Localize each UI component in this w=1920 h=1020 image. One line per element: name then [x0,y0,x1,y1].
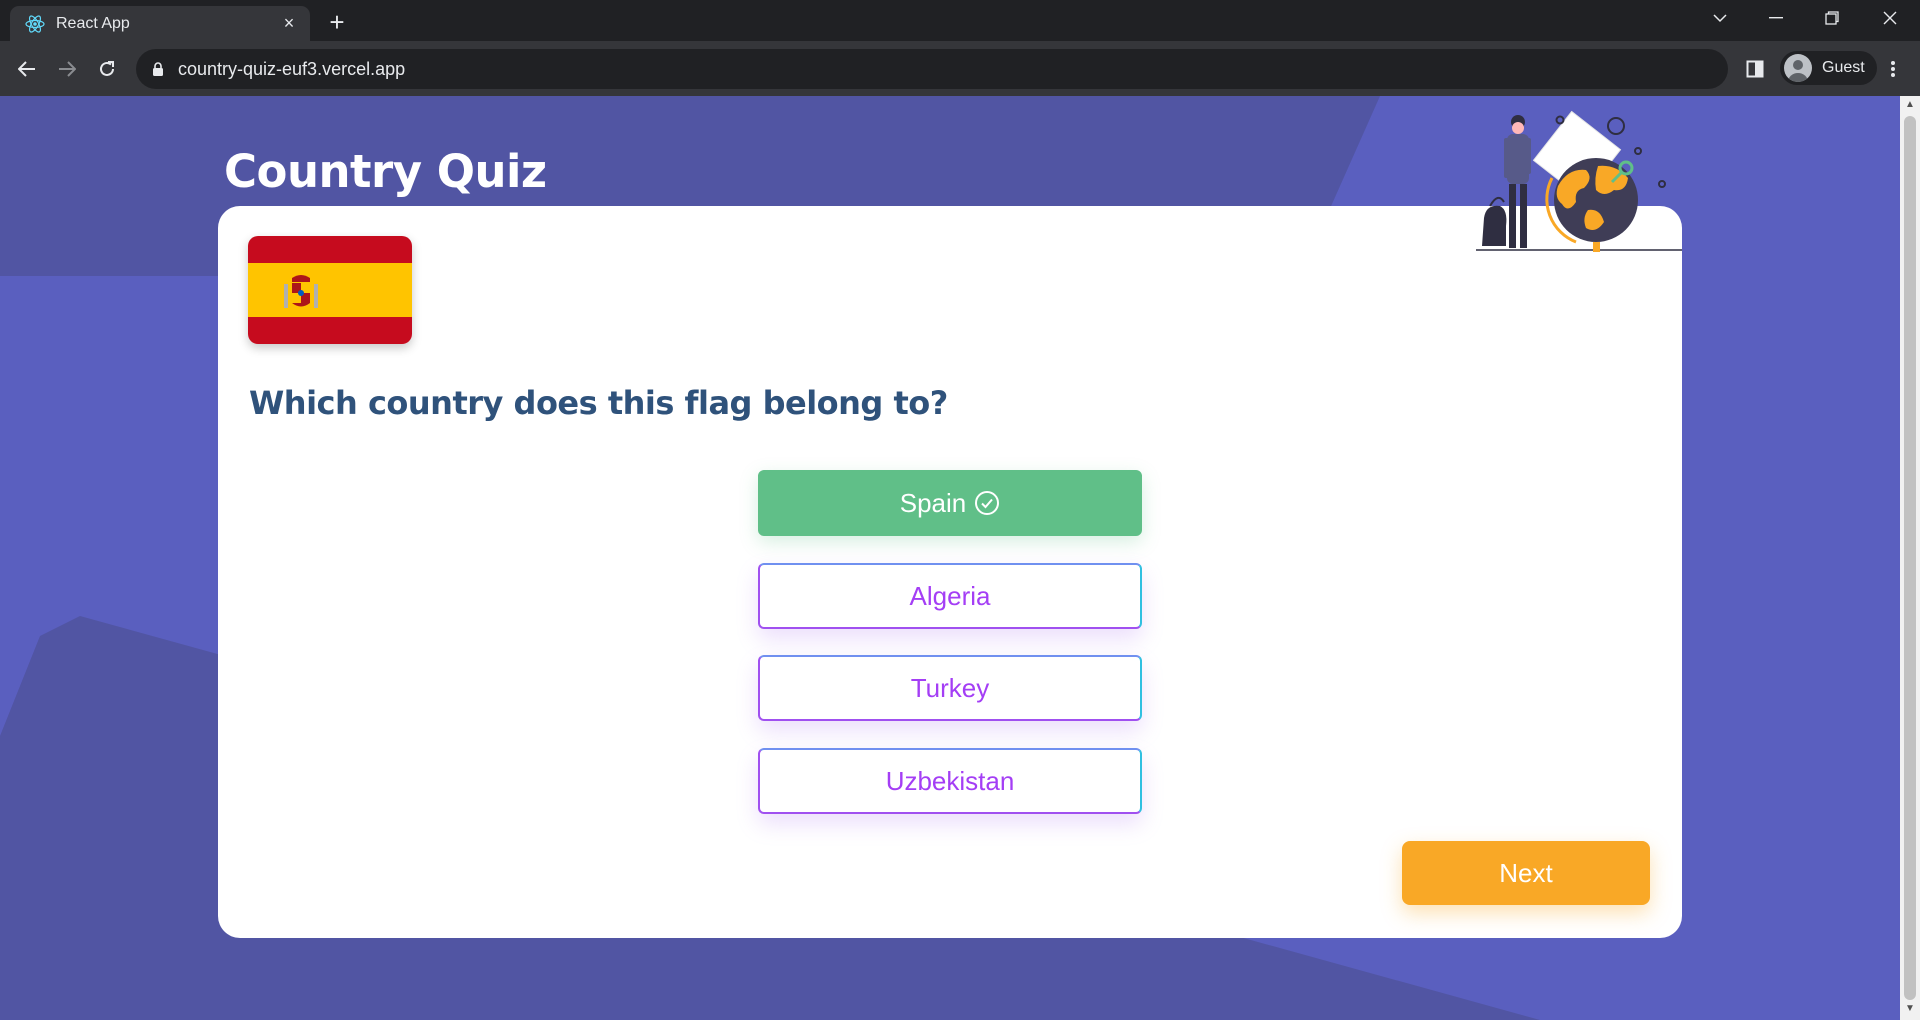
browser-toolbar: country-quiz-euf3.vercel.app Guest [0,41,1920,96]
answer-option-uzbekistan[interactable]: Uzbekistan [758,748,1142,814]
answer-label: Uzbekistan [885,765,1015,796]
tab-title: React App [56,14,130,32]
profile-button[interactable]: Guest [1780,51,1877,85]
close-window-icon[interactable] [1862,0,1918,36]
quiz-card: Which country does this flag belong to? … [218,206,1682,938]
minimize-icon[interactable] [1748,0,1804,36]
restore-icon[interactable] [1804,0,1860,36]
forward-icon[interactable] [50,52,84,86]
check-circle-icon [974,490,1000,516]
answer-label: Turkey [910,672,990,703]
traveler-globe-illustration [1476,110,1682,252]
profile-label: Guest [1822,59,1865,76]
question-text: Which country does this flag belong to? [249,384,948,422]
scroll-down-icon[interactable]: ▼ [1905,1004,1915,1014]
react-icon [24,13,46,35]
scroll-up-icon[interactable]: ▲ [1905,100,1915,110]
address-bar[interactable]: country-quiz-euf3.vercel.app [136,49,1728,89]
side-panel-icon[interactable] [1738,52,1772,86]
page-title: Country Quiz [224,145,547,198]
scroll-thumb[interactable] [1904,116,1916,1000]
answer-option-spain[interactable]: Spain [758,470,1142,536]
guest-avatar-icon [1784,54,1812,82]
reload-icon[interactable] [90,52,124,86]
answer-option-algeria[interactable]: Algeria [758,563,1142,629]
page-scrollbar[interactable]: ▲ ▼ [1900,96,1920,1020]
url-text: country-quiz-euf3.vercel.app [178,58,406,79]
browser-tab[interactable]: React App × [10,6,310,41]
lock-icon [150,61,166,77]
next-button[interactable]: Next [1402,841,1650,905]
tab-search-icon[interactable] [1692,0,1748,36]
answer-label: Spain [899,487,967,518]
browser-tabstrip: React App × + [0,0,1920,41]
tab-close-icon[interactable]: × [278,13,300,35]
menu-icon[interactable] [1876,52,1910,86]
new-tab-button[interactable]: + [322,7,352,37]
spain-flag-icon [248,236,412,344]
answer-label: Algeria [909,580,991,611]
answer-option-turkey[interactable]: Turkey [758,655,1142,721]
back-icon[interactable] [10,52,44,86]
